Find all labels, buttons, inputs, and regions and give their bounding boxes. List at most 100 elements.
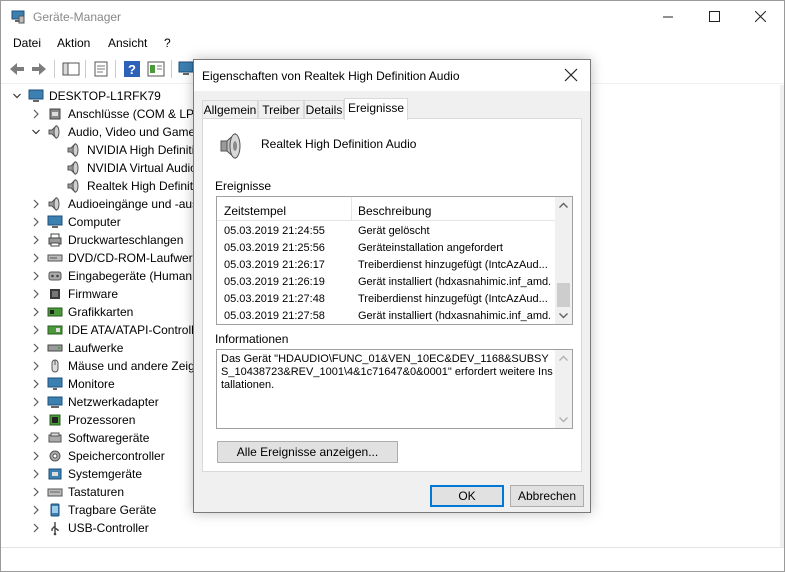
tree-item-label: Firmware xyxy=(68,287,118,301)
chevron-right-icon[interactable] xyxy=(30,485,42,499)
chevron-right-icon[interactable] xyxy=(30,413,42,427)
event-description: Geräteinstallation angefordert xyxy=(358,242,503,254)
menu-datei[interactable]: Datei xyxy=(13,36,41,50)
chevron-right-icon[interactable] xyxy=(30,197,42,211)
tree-scrollbar-edge xyxy=(780,85,784,547)
software-device-icon xyxy=(48,432,62,443)
event-description: Gerät installiert (hdxasnahimic.inf_amd.… xyxy=(358,276,550,288)
events-scrollbar[interactable] xyxy=(555,197,572,324)
event-row[interactable]: 05.03.2019 21:26:19 Gerät installiert (hd… xyxy=(217,274,556,291)
chevron-right-icon[interactable] xyxy=(30,305,42,319)
minimize-button[interactable] xyxy=(646,1,692,32)
tab-ereignisse[interactable]: Ereignisse xyxy=(344,98,408,120)
mouse-icon xyxy=(51,359,59,373)
properties-icon[interactable] xyxy=(91,59,111,79)
chevron-right-icon[interactable] xyxy=(30,521,42,535)
chevron-right-icon[interactable] xyxy=(30,431,42,445)
tree-item-label: Monitore xyxy=(68,377,115,391)
tab-treiber[interactable]: Treiber xyxy=(258,100,304,119)
event-row[interactable]: 05.03.2019 21:26:17 Treiberdienst hinzuge… xyxy=(217,257,556,274)
event-description: Gerät gelöscht xyxy=(358,225,430,237)
event-timestamp: 05.03.2019 21:26:19 xyxy=(224,276,325,288)
details-pane-icon[interactable] xyxy=(146,59,166,79)
system-device-icon xyxy=(48,468,62,480)
tree-item-label: Anschlüsse (COM & LPT) xyxy=(68,107,206,121)
scroll-up-icon[interactable] xyxy=(555,350,572,367)
info-text: Das Gerät "HDAUDIO\FUNC_01&VEN_10EC&DEV_… xyxy=(221,353,553,391)
tab-allgemein[interactable]: Allgemein xyxy=(202,100,258,119)
menu-help[interactable]: ? xyxy=(164,36,171,50)
minimize-icon xyxy=(663,16,673,18)
chevron-right-icon[interactable] xyxy=(30,359,42,373)
chevron-right-icon[interactable] xyxy=(30,251,42,265)
chevron-right-icon[interactable] xyxy=(30,467,42,481)
tree-item-label: USB-Controller xyxy=(68,521,149,535)
event-row[interactable]: 05.03.2019 21:27:58 Gerät installiert (hd… xyxy=(217,308,556,324)
chevron-down-icon[interactable] xyxy=(30,125,42,139)
forward-arrow-icon[interactable] xyxy=(29,59,49,79)
chevron-right-icon[interactable] xyxy=(30,323,42,337)
firmware-icon xyxy=(50,289,60,299)
events-list[interactable]: Zeitstempel Beschreibung 05.03.2019 21:2… xyxy=(216,196,573,325)
hid-icon xyxy=(48,271,62,281)
chevron-right-icon[interactable] xyxy=(30,107,42,121)
tree-item-label: Druckwarteschlangen xyxy=(68,233,184,247)
chevron-right-icon[interactable] xyxy=(30,215,42,229)
scroll-down-icon[interactable] xyxy=(555,307,572,324)
info-scrollbar[interactable] xyxy=(555,350,572,428)
scroll-thumb[interactable] xyxy=(557,283,570,307)
info-textbox[interactable]: Das Gerät "HDAUDIO\FUNC_01&VEN_10EC&DEV_… xyxy=(216,349,573,429)
close-button[interactable] xyxy=(738,1,784,32)
chevron-down-icon[interactable] xyxy=(11,89,23,103)
event-timestamp: 05.03.2019 21:24:55 xyxy=(224,225,325,237)
scroll-up-icon[interactable] xyxy=(555,197,572,214)
help-icon[interactable]: ? xyxy=(122,59,142,79)
tree-item-label: Grafikkarten xyxy=(68,305,134,319)
tree-category-item[interactable]: USB-Controller xyxy=(1,519,784,537)
chevron-right-icon[interactable] xyxy=(30,377,42,391)
tree-root-label: DESKTOP-L1RFK79 xyxy=(49,89,161,103)
dialog-title-bar: Eigenschaften von Realtek High Definitio… xyxy=(194,60,590,91)
show-hide-console-tree-icon[interactable] xyxy=(61,59,81,79)
tree-item-label: Laufwerke xyxy=(68,341,124,355)
chevron-right-icon[interactable] xyxy=(30,503,42,517)
event-row[interactable]: 05.03.2019 21:27:48 Treiberdienst hinzuge… xyxy=(217,291,556,308)
maximize-button[interactable] xyxy=(692,1,738,32)
column-header-zeitstempel[interactable]: Zeitstempel xyxy=(224,204,286,218)
event-row[interactable]: 05.03.2019 21:24:55 Gerät gelöscht xyxy=(217,223,556,240)
show-all-events-button[interactable]: Alle Ereignisse anzeigen... xyxy=(217,441,398,463)
computer-icon xyxy=(47,215,63,228)
ide-controller-icon xyxy=(47,325,63,335)
column-header-beschreibung[interactable]: Beschreibung xyxy=(358,204,431,218)
dialog-close-icon[interactable] xyxy=(564,68,578,82)
tab-details[interactable]: Details xyxy=(304,100,344,119)
chevron-right-icon[interactable] xyxy=(30,449,42,463)
chevron-right-icon[interactable] xyxy=(30,341,42,355)
status-bar xyxy=(1,547,784,571)
chevron-right-icon[interactable] xyxy=(30,233,42,247)
scroll-down-icon[interactable] xyxy=(555,411,572,428)
chevron-right-icon[interactable] xyxy=(30,269,42,283)
disc-drive-icon xyxy=(47,254,63,262)
portable-device-icon xyxy=(50,503,60,517)
speaker-icon xyxy=(48,124,60,140)
disk-drive-icon xyxy=(47,344,63,352)
event-timestamp: 05.03.2019 21:26:17 xyxy=(224,259,325,271)
cancel-button[interactable]: Abbrechen xyxy=(510,485,584,507)
menu-ansicht[interactable]: Ansicht xyxy=(108,36,147,50)
speaker-icon xyxy=(67,160,79,176)
processor-icon xyxy=(49,414,61,426)
tree-item-label: Tragbare Geräte xyxy=(68,503,157,517)
tree-item-label: Softwaregeräte xyxy=(68,431,150,445)
device-manager-icon xyxy=(11,10,25,24)
event-row[interactable]: 05.03.2019 21:25:56 Geräteinstallation an… xyxy=(217,240,556,257)
tree-item-label: Computer xyxy=(68,215,121,229)
tree-item-label: Systemgeräte xyxy=(68,467,143,481)
event-timestamp: 05.03.2019 21:27:48 xyxy=(224,293,325,305)
back-arrow-icon[interactable] xyxy=(7,59,27,79)
ok-button[interactable]: OK xyxy=(430,485,504,507)
chevron-right-icon[interactable] xyxy=(30,395,42,409)
keyboard-icon xyxy=(47,488,63,497)
chevron-right-icon[interactable] xyxy=(30,287,42,301)
menu-aktion[interactable]: Aktion xyxy=(57,36,90,50)
